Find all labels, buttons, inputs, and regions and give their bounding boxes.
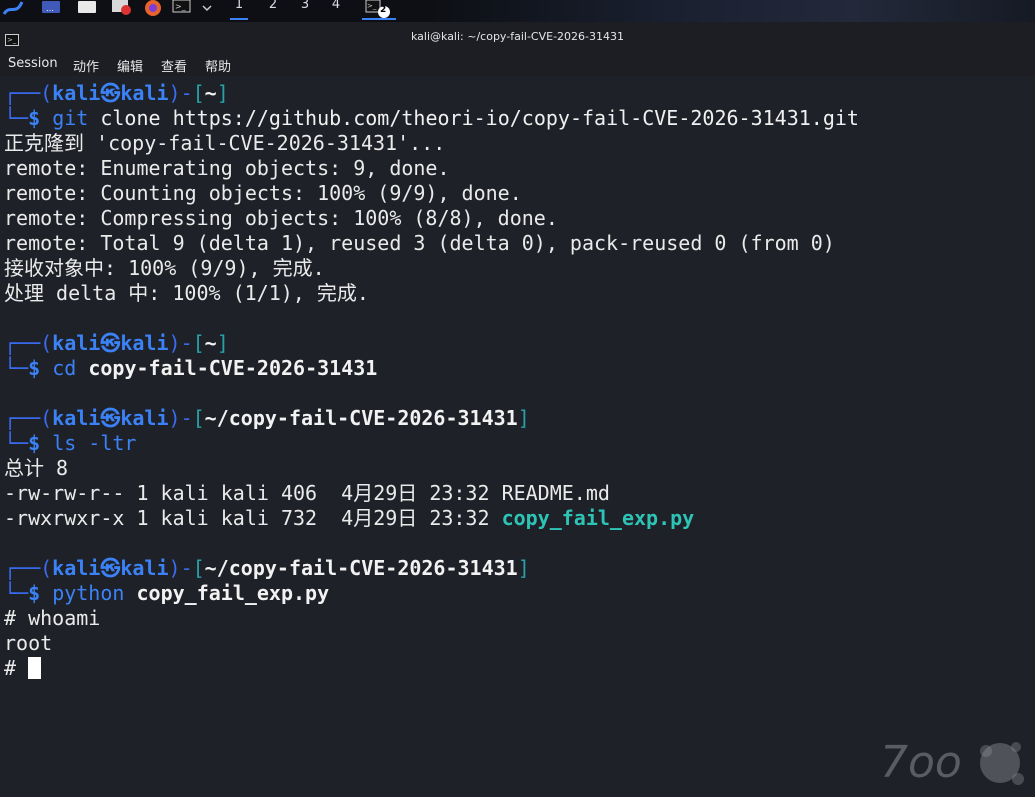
output-line: 处理 delta 中: 100% (1/1), 完成. xyxy=(4,281,369,305)
ls-row-filename: copy_fail_exp.py xyxy=(501,506,695,530)
ls-row: -rw-rw-r-- 1 kali kali 406 4月29日 23:32 R… xyxy=(4,481,610,506)
workspace-4[interactable]: 4 xyxy=(327,0,345,18)
command: ls -ltr xyxy=(52,431,137,455)
kali-menu-icon[interactable] xyxy=(0,0,24,18)
output-line: remote: Compressing objects: 100% (8/8),… xyxy=(4,206,558,230)
command-args: copy-fail-CVE-2026-31431 xyxy=(88,356,378,380)
ls-row-filename: README.md xyxy=(501,481,610,505)
firefox-icon[interactable] xyxy=(142,0,166,18)
ls-total: 总计 8 xyxy=(4,456,69,480)
output-line: 正克隆到 'copy-fail-CVE-2026-31431'... xyxy=(4,131,446,155)
command: git xyxy=(52,106,89,130)
shell-line: # whoami xyxy=(4,606,101,630)
watermark-logo: 7oo xyxy=(878,733,1028,793)
output-line: 接收对象中: 100% (9/9), 完成. xyxy=(4,256,325,280)
terminal-launcher-icon[interactable]: >_ xyxy=(172,0,192,18)
command-line: └─$ git clone https://github.com/theori-… xyxy=(4,106,859,130)
ls-row-meta: -rw-rw-r-- 1 kali kali 406 4月29日 23:32 xyxy=(4,481,502,505)
prompt-header: ┌──(kali㉿kali)-[~/copy-fail-CVE-2026-314… xyxy=(4,556,530,580)
menu-edit[interactable]: 编辑 xyxy=(117,56,143,75)
task-count-badge: 2 xyxy=(380,5,387,15)
command-args: copy_fail_exp.py xyxy=(136,581,330,605)
menu-help[interactable]: 帮助 xyxy=(205,56,231,75)
command-line: └─$ ls -ltr xyxy=(4,431,137,455)
menu-bar: Session 动作 编辑 查看 帮助 xyxy=(0,50,1035,76)
show-desktop-icon[interactable]: … xyxy=(40,0,62,18)
output-line: remote: Counting objects: 100% (9/9), do… xyxy=(4,181,522,205)
svg-text:7oo: 7oo xyxy=(880,737,962,788)
window-title: kali@kali: ~/copy-fail-CVE-2026-31431 xyxy=(410,30,624,43)
text-cursor xyxy=(28,657,42,679)
prompt-path: ~ xyxy=(204,331,217,355)
window-titlebar[interactable]: >_ kali@kali: ~/copy-fail-CVE-2026-31431 xyxy=(0,22,1035,50)
command-line: └─$ cd copy-fail-CVE-2026-31431 xyxy=(4,356,378,380)
prompt-path: ~/copy-fail-CVE-2026-31431 xyxy=(204,406,518,430)
prompt-path: ~ xyxy=(204,81,217,105)
prompt-header: ┌──(kali㉿kali)-[~/copy-fail-CVE-2026-314… xyxy=(4,406,530,430)
svg-text:…: … xyxy=(46,4,54,13)
workspace-1[interactable]: 1 xyxy=(230,0,248,20)
file-manager-icon[interactable] xyxy=(76,0,98,18)
svg-text:>_: >_ xyxy=(175,2,187,11)
chevron-down-icon[interactable] xyxy=(200,0,214,18)
prompt-path: ~/copy-fail-CVE-2026-31431 xyxy=(204,556,518,580)
prompt-header: ┌──(kali㉿kali)-[~] xyxy=(4,331,229,355)
command-args: clone https://github.com/theori-io/copy-… xyxy=(88,106,859,130)
terminal-area[interactable]: ┌──(kali㉿kali)-[~] └─$ git clone https:/… xyxy=(0,76,1035,795)
workspace-3[interactable]: 3 xyxy=(296,0,314,18)
output-line: remote: Enumerating objects: 9, done. xyxy=(4,156,450,180)
text-editor-icon[interactable] xyxy=(110,0,134,18)
workspace-2[interactable]: 2 xyxy=(264,0,282,18)
svg-text:>_: >_ xyxy=(367,2,377,10)
menu-actions[interactable]: 动作 xyxy=(73,56,99,75)
command: cd xyxy=(52,356,77,380)
command-line: └─$ python copy_fail_exp.py xyxy=(4,581,330,605)
output-line: remote: Total 9 (delta 1), reused 3 (del… xyxy=(4,231,835,255)
shell-line: root xyxy=(4,631,53,655)
shell-input-line[interactable]: # xyxy=(4,656,42,681)
menu-session[interactable]: Session xyxy=(8,56,58,71)
taskbar: … >_ 1 2 3 4 >_ 2 xyxy=(0,0,1035,22)
menu-view[interactable]: 查看 xyxy=(161,56,187,75)
command: python xyxy=(52,581,125,605)
ls-row-meta: -rwxrwxr-x 1 kali kali 732 4月29日 23:32 xyxy=(4,506,502,530)
terminal-task-button[interactable]: >_ 2 xyxy=(362,0,396,20)
ls-row: -rwxrwxr-x 1 kali kali 732 4月29日 23:32 c… xyxy=(4,506,694,531)
wallpaper-strip xyxy=(430,0,1035,22)
prompt-header: ┌──(kali㉿kali)-[~] xyxy=(4,81,229,105)
